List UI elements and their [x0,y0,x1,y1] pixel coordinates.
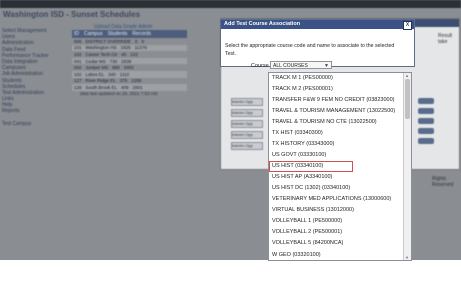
table-cell: 880 [112,65,120,71]
table-cell: River Ridge EL [85,78,116,84]
dialog-instructions: Select the appropriate course code and n… [225,43,395,57]
sidebar: Select Management Users Administration Data… [2,28,68,127]
table-cell: 102 [74,71,82,77]
background-plus-button [418,118,434,124]
dropdown-item[interactable]: W GEO (03320100) [269,250,411,261]
dropdown-item[interactable]: TRACK M 2 (PES00001) [269,84,411,95]
course-label: Course [251,63,269,69]
table-cell: 127 [74,78,82,84]
table-cell: Juniper MS [85,65,109,71]
table-cell: 2601 [132,84,143,90]
table-cell: 006 [74,38,82,44]
table-cell: 1926 [120,45,131,51]
chevron-down-icon: ▼ [324,63,329,69]
background-interim-button: Interim Opp [231,131,263,139]
scroll-up-icon[interactable]: ▲ [405,73,409,78]
grid-header-cell: Records [132,31,151,37]
table-row[interactable]: 128 South Brook EL 409 2601 [72,84,187,91]
table-cell: 40 [121,51,127,57]
table-cell: 1258 [131,78,142,84]
table-cell: 0 [134,38,138,44]
grid-header: ID Campus Students Records [72,30,187,38]
app-title: Washington ISD - Sunset Schedules [3,10,141,19]
close-icon[interactable]: X [403,21,412,30]
dropdown-item[interactable]: US HIST AP (A3340100) [269,172,411,183]
dropdown-item[interactable]: US HIST DC (1302) (03340100) [269,183,411,194]
table-row[interactable]: 041 Cedar MS 730 2838 [72,57,187,65]
table-row[interactable]: 127 River Ridge EL 375 1258 [72,78,187,85]
scrollbar-thumb[interactable] [405,79,410,119]
dropdown-item[interactable]: TRAVEL & TOURISM MANAGEMENT (13022500) [269,106,411,117]
dropdown-scrollbar[interactable]: ▲ ▼ [403,73,411,260]
table-cell: 2838 [121,58,132,64]
table-row[interactable]: 006 DISTRICT OVERRIDE 0 0 [72,38,187,45]
dropdown-item-selected[interactable]: US HIST (03340100) [269,161,353,173]
dropdown-item[interactable]: TX HIST (03340300) [269,128,411,139]
table-cell: 101 [74,45,82,51]
course-select-value: ALL COURSES [273,63,308,69]
dropdown-item[interactable]: VOLLEYBALL 5 (84200NCA) [269,238,411,249]
table-cell: Lakes EL [85,71,105,77]
dropdown-item[interactable]: US GOVT (03330100) [269,150,411,161]
table-cell: 409 [121,84,129,90]
table-row[interactable]: 102 Career Tech Ctr 40 122 [72,51,187,58]
table-cell: 375 [119,78,128,84]
background-interim-button: Interim Opp [231,142,263,150]
table-cell: 041 [74,58,82,64]
background-buttons: Interim Opp Interim Opp Interim Opp Interim… [231,98,263,153]
background-interim-button: Interim Opp [231,120,263,128]
table-cell: Cedar MS [85,58,106,64]
table-cell: 122 [130,51,138,57]
add-test-course-dialog: Add Test Course Association X Select the… [220,19,415,67]
table-cell: South Brook EL [85,84,118,90]
table-cell: 340 [108,71,116,77]
dialog-title: Add Test Course Association X [221,20,414,30]
background-interim-button: Interim Opp [231,109,263,117]
table-row[interactable]: 101 Washington HS 1926 11376 [72,44,187,52]
campus-grid: ID Campus Students Records 006 DISTRICT OVER… [72,30,187,97]
course-select[interactable]: ALL COURSES ▼ [270,61,332,69]
dropdown-item[interactable]: VETERINARY MED APPLICATIONS (13000600) [269,194,411,205]
table-row[interactable]: 042 Juniper MS 880 3402 [72,64,187,71]
background-plus-button [418,108,434,114]
grid-body: 006 DISTRICT OVERRIDE 0 0 101 Washington HS 19… [72,38,187,91]
table-cell: 128 [74,84,82,90]
scroll-down-icon[interactable]: ▼ [405,255,409,260]
table-cell: 102 [74,51,82,57]
dropdown-item[interactable]: VIRTUAL BUSINESS (13012000) [269,205,411,216]
dialog-title-text: Add Test Course Association [224,21,301,27]
table-cell: 042 [74,65,82,71]
grid-header-cell: Students [107,31,128,37]
background-footer-text: Rights Reserved [432,176,454,188]
background-plus-button [418,138,434,144]
dropdown-item[interactable]: TRANSFER F&W 9 FEM NO CREDIT (03823000) [269,95,411,106]
table-cell: 1110 [119,71,130,77]
sidebar-item[interactable]: Test Campus [2,121,68,127]
dropdown-items: TRACK M 1 (PES00000) TRACK M 2 (PES00001)… [269,73,411,261]
dropdown-item[interactable]: TX HISTORY (03343000) [269,139,411,150]
table-cell: 730 [109,58,118,64]
background-plus-button [418,128,434,134]
background-interim-button: Interim Opp [231,98,263,106]
grid-footer: data last updated on 29, 2021 7:53 AM [80,90,158,96]
grid-header-cell: Campus [84,31,103,37]
course-dropdown-list[interactable]: TRACK M 1 (PES00000) TRACK M 2 (PES00001)… [268,72,412,261]
table-cell: Career Tech Ctr [85,51,118,57]
table-cell: 11376 [134,45,147,51]
dropdown-item[interactable]: TRAVEL & TOURISM NO CTE (13022500) [269,117,411,128]
top-bar [0,0,461,8]
dropdown-item[interactable]: VOLLEYBALL 2 (PE500001) [269,227,411,238]
dropdown-item[interactable]: VOLLEYBALL 1 (PE500000) [269,216,411,227]
table-cell: Washington HS [85,45,117,51]
table-row[interactable]: 102 Lakes EL 340 1110 [72,70,187,78]
table-cell: 0 [141,38,144,44]
table-cell: 3402 [123,65,134,71]
background-right-text: Result take [438,33,453,45]
grid-header-cell: ID [74,31,79,37]
background-plus-button [418,98,434,104]
dropdown-item[interactable]: TRACK M 1 (PES00000) [269,73,411,84]
table-cell: DISTRICT OVERRIDE [85,38,131,44]
